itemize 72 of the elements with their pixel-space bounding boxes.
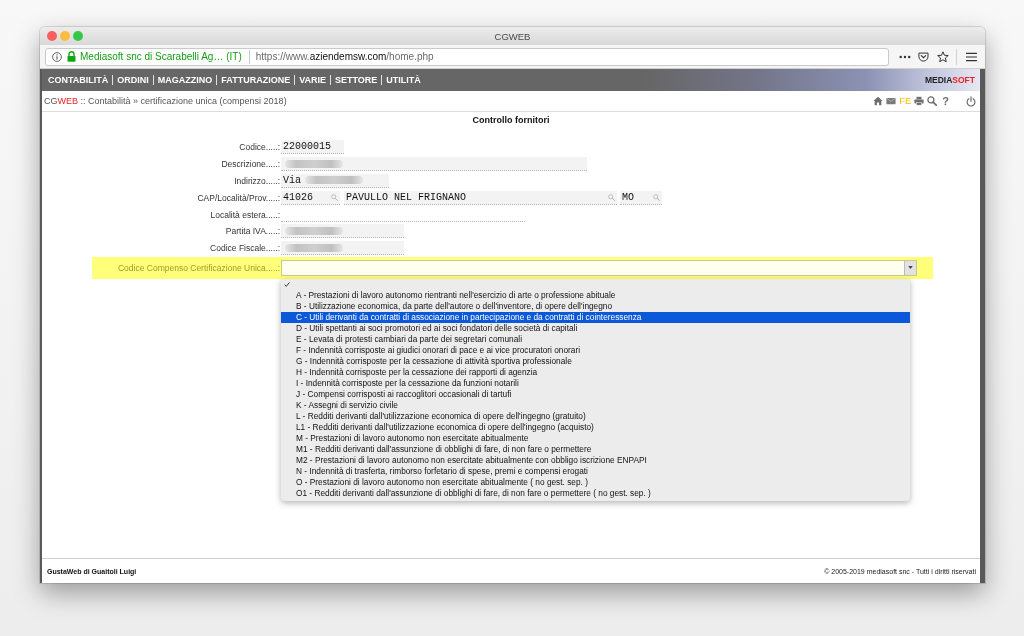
dropdown-option[interactable]: G - Indennità corrisposte per la cessazione di attività sportiva professionale	[281, 355, 910, 367]
caret-icon	[908, 266, 913, 270]
address-bar[interactable]: Mediasoft snc di Scarabelli Ag… (IT) https://www.aziendemsw.com/home.php	[45, 47, 890, 66]
nav-menu-link[interactable]: CONTABILITÀ	[48, 75, 109, 85]
nav-menu-link[interactable]: MAGAZZINO	[157, 75, 213, 85]
lock-icon	[67, 51, 76, 62]
dropdown-button[interactable]	[904, 260, 916, 275]
help-link[interactable]: ?	[942, 95, 949, 107]
menu-icon[interactable]	[966, 51, 977, 62]
close-window-icon[interactable]	[47, 31, 57, 41]
dropdown-option[interactable]: M1 - Redditi derivanti dall'assunzione di obblighi di fare, di non fare o permettere	[281, 443, 910, 455]
field-label: Partita IVA.....:	[224, 226, 280, 237]
brand-logo: MEDIASOFT	[924, 75, 975, 85]
field-label: Codice Fiscale.....:	[209, 243, 280, 254]
checkmark-icon	[284, 281, 290, 287]
nav-menu-link[interactable]: FATTURAZIONE	[221, 75, 291, 85]
home-icon[interactable]	[873, 96, 884, 106]
dropdown-option[interactable]: J - Compensi corrisposti ai raccoglitori occasionali di tartufi	[281, 388, 910, 400]
field-label: Codice Compenso Certificazione Unica.....:	[116, 262, 280, 273]
nav-menu-link[interactable]: ORDINI	[117, 75, 149, 85]
dropdown-field[interactable]	[281, 259, 917, 276]
dropdown-option[interactable]: E - Levata di protesti cambiari da parte dei segretari comunali	[281, 333, 910, 345]
window-title: CGWEB	[494, 30, 531, 42]
field-label: Descrizione.....:	[220, 159, 280, 170]
dropdown-option[interactable]: L - Redditi derivanti dall'utilizzazione economica di opere dell'ingegno (gratuito)	[281, 410, 910, 422]
dropdown-option[interactable]: O1 - Redditi derivanti dall'assunzione di obblighi di fare, di non fare o permettere ( no gest. sep. )	[281, 487, 910, 499]
nav-menu-link[interactable]: VARIE	[299, 75, 326, 85]
breadcrumb: CGWEB :: Contabilità » certificazione unica (compensi 2018)	[44, 96, 287, 106]
dropdown-option[interactable]: M - Prestazioni di lavoro autonomo non esercitate abitualmente	[281, 432, 910, 444]
info-icon[interactable]	[52, 51, 62, 62]
input-field[interactable]: Via	[281, 174, 389, 188]
dropdown-option[interactable]: F - Indennità corrisposte ai giudici onorari di pace e ai vice procuratori onorari	[281, 344, 910, 356]
nav-menu-link[interactable]: SETTORE	[335, 75, 378, 85]
dropdown-option[interactable]: M2 - Prestazioni di lavoro autonomo non esercitate abitualmente con obbligo iscrizione ENPAPI	[281, 454, 910, 466]
field-label: CAP/Località/Prov.....:	[196, 192, 280, 203]
input-field[interactable]: 22000015	[281, 140, 344, 155]
dropdown-option[interactable]: C - Utili derivanti da contratti di associazione in partecipazione e da contratti di cointeressenza	[281, 311, 910, 323]
more-actions-icon[interactable]	[899, 54, 912, 59]
redaction-blur-icon	[285, 159, 343, 168]
url-text[interactable]: https://www.aziendemsw.com/home.php	[255, 51, 434, 62]
dropdown-option[interactable]: A - Prestazioni di lavoro autonomo rientranti nell'esercizio di arte o professione abituale	[281, 289, 910, 301]
search-icon[interactable]	[927, 96, 938, 106]
pocket-icon[interactable]	[918, 51, 930, 62]
nav-menu-link[interactable]: UTILITÀ	[386, 75, 421, 85]
printer-icon[interactable]	[914, 96, 925, 106]
lookup-field[interactable]: PAVULLO NEL FRIGNANO	[344, 190, 617, 205]
power-icon[interactable]	[966, 95, 976, 107]
dropdown-option[interactable]: N - Indennità di trasferta, rimborso forfetario di spese, premi e compensi erogati	[281, 465, 910, 477]
site-identity[interactable]: Mediasoft snc di Scarabelli Ag… (IT)	[80, 51, 242, 62]
input-field[interactable]	[281, 241, 404, 256]
form-title: Controllo fornitori	[471, 114, 551, 126]
redaction-blur-icon	[285, 226, 343, 235]
dropdown-option[interactable]: K - Assegni di servizio civile	[281, 399, 910, 411]
dropdown-option[interactable]: D - Utili spettanti ai soci promotori ed ai soci fondatori delle società di capitali	[281, 322, 910, 334]
input-field[interactable]	[281, 224, 404, 239]
dropdown-option[interactable]: I - Indennità corrisposte per la cessazione da funzioni notarili	[281, 377, 910, 389]
bookmark-star-icon[interactable]	[937, 50, 950, 63]
field-label: Indirizzo.....:	[233, 176, 280, 186]
redaction-blur-icon	[285, 243, 343, 252]
field-label: Località estera.....:	[209, 209, 280, 220]
zoom-window-icon[interactable]	[73, 31, 83, 41]
redaction-blur-icon	[305, 176, 363, 185]
dropdown-option[interactable]: L1 - Redditi derivanti dall'utilizzazione economica di opere dell'ingegno (acquisto)	[281, 421, 910, 433]
field-label: Codice.....:	[238, 142, 280, 153]
dropdown-option[interactable]: H - Indennità corrisposte per la cessazione dei rapporti di agenzia	[281, 366, 910, 378]
lookup-field[interactable]: MO	[620, 190, 662, 205]
dropdown-option[interactable]: O - Prestazioni di lavoro autonomo non esercitate abitualmente ( no gest. sep. )	[281, 476, 910, 488]
lookup-field[interactable]: 41026	[281, 190, 340, 205]
mail-icon[interactable]	[886, 96, 897, 106]
dropdown-option[interactable]: B - Utilizzazione economica, da parte dell'autore o dell'inventore, di opere dell'ingegno	[281, 300, 910, 312]
input-field[interactable]	[281, 157, 587, 172]
minimize-window-icon[interactable]	[60, 31, 70, 41]
